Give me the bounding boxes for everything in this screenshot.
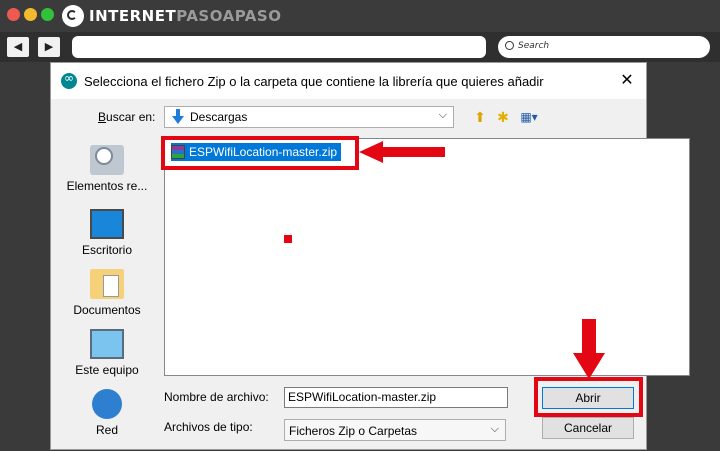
lookin-value: Descargas (190, 110, 248, 124)
chevron-down-icon: ⌵ (438, 109, 447, 121)
desktop-icon (90, 209, 124, 239)
place-label: Escritorio (81, 243, 132, 257)
filename-input[interactable]: ESPWifiLocation-master.zip (284, 387, 508, 408)
documents-icon (90, 269, 124, 299)
place-network[interactable]: Red (57, 389, 157, 437)
lookin-dropdown[interactable]: Descargas ⌵ (164, 106, 454, 128)
maximize-window-icon[interactable] (41, 8, 54, 21)
places-bar: Elementos re... Escritorio Documentos Es… (51, 133, 161, 451)
recent-items-icon (90, 145, 124, 175)
lookin-label-accel: B (98, 110, 107, 124)
filetype-label: Archivos de tipo: (164, 420, 253, 434)
place-label: Este equipo (75, 363, 139, 377)
site-logo: INTERNETPASOAPASO (62, 4, 281, 28)
filename-label: Nombre de archivo: (164, 390, 269, 404)
minimize-window-icon[interactable] (24, 8, 37, 21)
this-pc-icon (90, 329, 124, 359)
logo-text-primary: INTERNET (89, 7, 177, 25)
filetype-value: Ficheros Zip o Carpetas (289, 424, 418, 438)
place-documents[interactable]: Documentos (57, 269, 157, 317)
place-recent-items[interactable]: Elementos re... (57, 145, 157, 193)
chevron-down-icon: ⌵ (490, 423, 499, 435)
up-folder-button[interactable]: ⬆ (471, 107, 489, 127)
dialog-titlebar: Selecciona el fichero Zip o la carpeta q… (51, 63, 646, 99)
browser-titlebar: INTERNETPASOAPASO (0, 0, 720, 32)
annotation-arrow-down-icon (573, 319, 605, 379)
download-arrow-icon (172, 109, 184, 124)
cancel-button[interactable]: Cancelar (542, 417, 634, 439)
place-label: Documentos (73, 303, 141, 317)
new-folder-button[interactable]: ✱ (493, 107, 513, 127)
logo-text-secondary: PASOAPASO (176, 7, 282, 25)
annotation-dot (284, 235, 292, 243)
logo-icon (62, 5, 84, 27)
network-icon (92, 389, 122, 419)
address-bar[interactable] (72, 36, 486, 58)
arduino-icon (61, 71, 77, 89)
annotation-highlight-file (161, 136, 359, 170)
back-button[interactable]: ◀ (7, 37, 29, 57)
search-placeholder: Search (518, 41, 550, 51)
close-window-icon[interactable] (7, 8, 20, 21)
file-list[interactable]: ESPWifiLocation-master.zip (164, 138, 690, 376)
place-desktop[interactable]: Escritorio (57, 209, 157, 257)
lookin-label: Buscar en: (98, 110, 155, 124)
filetype-dropdown[interactable]: Ficheros Zip o Carpetas ⌵ (284, 419, 506, 441)
lookin-label-rest: uscar en: (106, 110, 156, 124)
place-label: Red (95, 423, 118, 437)
search-box[interactable]: Search (498, 36, 710, 58)
open-file-dialog: Selecciona el fichero Zip o la carpeta q… (50, 62, 690, 451)
annotation-arrow-left-icon (359, 141, 445, 163)
close-button[interactable]: ✕ (616, 70, 638, 92)
place-this-pc[interactable]: Este equipo (57, 329, 157, 377)
browser-navbar: ◀ ▶ Search (0, 32, 720, 62)
place-label: Elementos re... (66, 179, 148, 193)
dialog-title: Selecciona el fichero Zip o la carpeta q… (84, 74, 544, 89)
search-icon (505, 41, 514, 50)
view-menu-button[interactable]: ▦▾ (516, 107, 542, 127)
annotation-highlight-open (534, 377, 643, 417)
forward-button[interactable]: ▶ (38, 37, 60, 57)
